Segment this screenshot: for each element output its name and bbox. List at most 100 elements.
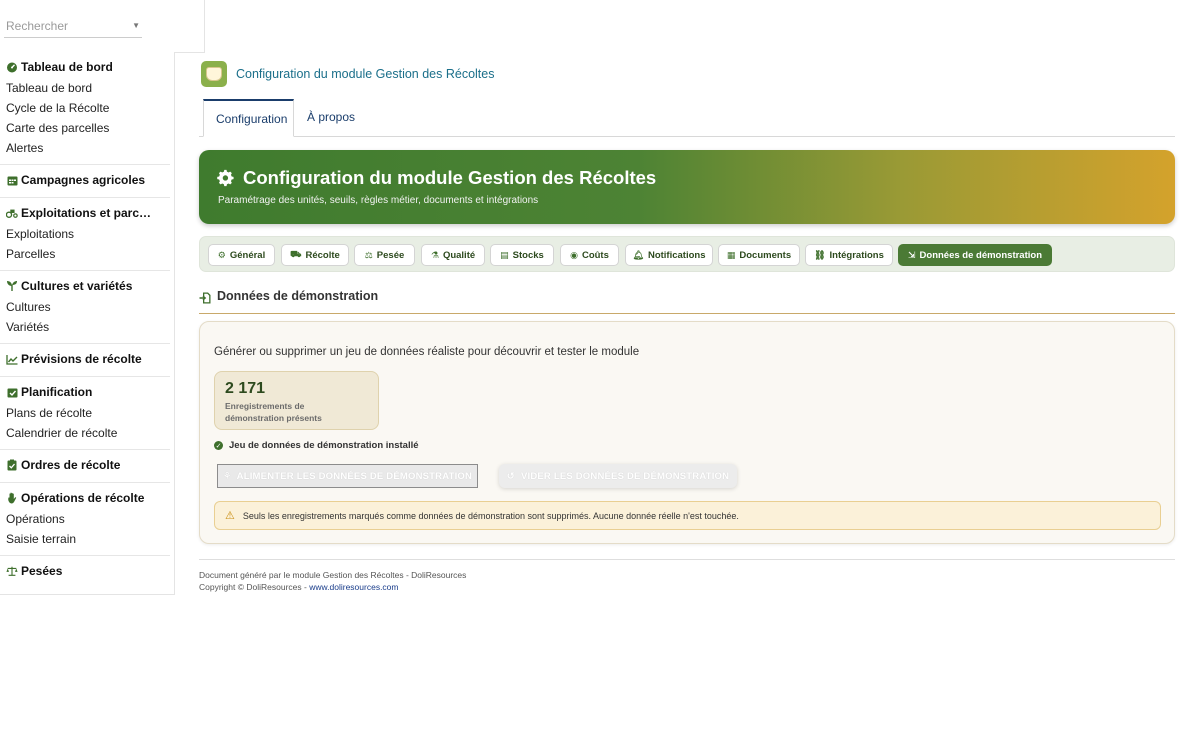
banner-subtitle: Paramétrage des unités, seuils, règles m… — [218, 195, 539, 206]
menu-head-label: Ordres de récolte — [21, 458, 121, 472]
subtab-pesee[interactable]: ⚖ Pesée — [354, 244, 415, 266]
subtab-label: Pesée — [376, 249, 405, 261]
calendar-check-icon — [6, 386, 18, 398]
settings-subtabs: ⚙ Général ⛟ Récolte ⚖ Pesée ⚗ Qualité ▤ Stock… — [199, 236, 1175, 272]
subtab-qualite[interactable]: ⚗ Qualité — [421, 244, 485, 266]
subtab-label: Documents — [739, 249, 792, 261]
warehouse-icon: ▤ — [500, 249, 509, 260]
subtab-label: Stocks — [512, 249, 544, 261]
sidebar-menu: Tableau de bord Tableau de bord Cycle de… — [0, 52, 170, 588]
clear-demo-data-button[interactable]: ↺ VIDER LES DONNÉES DE DÉMONSTRATION — [499, 464, 737, 488]
menu-head-previsions[interactable]: Prévisions de récolte — [0, 348, 170, 370]
sidebar-item-saisie-terrain[interactable]: Saisie terrain — [0, 529, 170, 549]
warning-triangle-icon: ⚠ — [225, 510, 235, 522]
menu-head-pesees[interactable]: Pesées — [0, 560, 170, 582]
search-corner-divider — [174, 0, 205, 53]
menu-block-planification: Planification Plans de récolte Calendrie… — [0, 377, 170, 450]
menu-head-label: Opérations de récolte — [21, 491, 145, 505]
chart-line-icon — [6, 353, 18, 365]
menu-block-previsions: Prévisions de récolte — [0, 344, 170, 377]
clear-demo-data-label: VIDER LES DONNÉES DE DÉMONSTRATION — [520, 470, 730, 482]
seedling-icon: ⚘ — [222, 470, 232, 482]
scale-icon: ⚖ — [364, 249, 373, 260]
subtab-stocks[interactable]: ▤ Stocks — [490, 244, 554, 266]
menu-head-label: Exploitations et parc… — [21, 206, 152, 220]
search-select[interactable]: Rechercher ▼ — [4, 14, 142, 38]
sidebar-item-varietes[interactable]: Variétés — [0, 317, 170, 337]
warning-notice: ⚠ Seuls les enregistrements marqués comm… — [214, 501, 1161, 530]
menu-block-dashboard: Tableau de bord Tableau de bord Cycle de… — [0, 52, 170, 165]
footer-copyright-line: Copyright © DoliResources - www.dolireso… — [199, 581, 1175, 593]
feed-demo-data-button[interactable]: ⚘ ALIMENTER LES DONNÉES DE DÉMONSTRATION — [217, 464, 478, 488]
menu-block-cultures: Cultures et variétés Cultures Variétés — [0, 271, 170, 344]
subtab-couts[interactable]: ◉ Coûts — [560, 244, 619, 266]
footer-copyright: Copyright © DoliResources - — [199, 582, 310, 592]
subtab-recolte[interactable]: ⛟ Récolte — [281, 244, 349, 266]
subtab-general[interactable]: ⚙ Général — [208, 244, 275, 266]
menu-head-dashboard[interactable]: Tableau de bord — [0, 56, 170, 78]
menu-head-label: Campagnes agricoles — [21, 173, 146, 187]
hand-icon — [6, 492, 18, 504]
clipboard-check-icon — [6, 459, 18, 471]
feed-demo-data-label: ALIMENTER LES DONNÉES DE DÉMONSTRATION — [236, 470, 473, 482]
sidebar-item-tableau-de-bord[interactable]: Tableau de bord — [0, 78, 170, 98]
check-circle-icon: ✓ — [214, 441, 223, 450]
subtab-label: Données de démonstration — [919, 249, 1042, 261]
tab-a-propos[interactable]: À propos — [295, 99, 367, 137]
footer-generated-by: Document généré par le module Gestion de… — [199, 570, 467, 580]
footer-website-link[interactable]: www.doliresources.com — [309, 582, 398, 592]
subtab-documents[interactable]: ▦ Documents — [718, 244, 800, 266]
flask-icon: ⚗ — [430, 249, 439, 260]
sidebar-item-plans-recolte[interactable]: Plans de récolte — [0, 403, 170, 423]
sidebar-item-exploitations[interactable]: Exploitations — [0, 224, 170, 244]
sidebar-item-alertes[interactable]: Alertes — [0, 138, 170, 158]
menu-block-ordres: Ordres de récolte — [0, 450, 170, 483]
seedling-icon — [6, 280, 18, 292]
subtab-label: Coûts — [581, 249, 609, 261]
network-icon: ⛓ — [814, 249, 826, 260]
file-import-icon: ⇲ — [907, 249, 916, 260]
menu-block-campagnes: Campagnes agricoles — [0, 165, 170, 198]
sidebar-item-parcelles[interactable]: Parcelles — [0, 244, 170, 264]
tab-bar: Configuration À propos — [199, 99, 1175, 137]
menu-block-exploitations: Exploitations et parc… Exploitations Par… — [0, 198, 170, 271]
section-title: Données de démonstration — [199, 289, 1175, 314]
module-logo-icon — [201, 61, 227, 87]
banner-title: Configuration du module Gestion des Réco… — [243, 167, 657, 188]
calendar-icon — [6, 174, 18, 186]
sidebar-item-cultures[interactable]: Cultures — [0, 297, 170, 317]
subtab-label: Qualité — [442, 249, 476, 261]
sidebar-item-calendrier-recolte[interactable]: Calendrier de récolte — [0, 423, 170, 443]
subtab-label: Notifications — [647, 249, 706, 261]
gear-icon — [217, 169, 234, 187]
menu-head-operations[interactable]: Opérations de récolte — [0, 487, 170, 509]
menu-head-ordres[interactable]: Ordres de récolte — [0, 454, 170, 476]
sidebar-item-cycle-recolte[interactable]: Cycle de la Récolte — [0, 98, 170, 118]
menu-head-planification[interactable]: Planification — [0, 381, 170, 403]
menu-head-exploitations[interactable]: Exploitations et parc… — [0, 202, 170, 224]
menu-block-operations: Opérations de récolte Opérations Saisie … — [0, 483, 170, 556]
demo-record-count-label: Enregistrements de démonstration présent… — [225, 401, 322, 423]
tractor-icon: ⛟ — [290, 249, 302, 259]
demo-record-count: 2 171 — [225, 380, 266, 397]
subtab-integrations[interactable]: ⛓ Intégrations — [805, 244, 893, 266]
sidebar-item-operations[interactable]: Opérations — [0, 509, 170, 529]
menu-block-pesees: Pesées — [0, 556, 170, 588]
warning-text: Seuls les enregistrements marqués comme … — [242, 510, 739, 521]
sidebar-item-carte-parcelles[interactable]: Carte des parcelles — [0, 118, 170, 138]
menu-head-campagnes[interactable]: Campagnes agricoles — [0, 169, 170, 191]
page-title: Configuration du module Gestion des Réco… — [236, 67, 495, 81]
subtab-label: Intégrations — [829, 249, 884, 261]
installed-status-label: Jeu de données de démonstration installé — [229, 440, 419, 451]
documents-icon: ▦ — [726, 249, 736, 260]
demo-data-card: Générer ou supprimer un jeu de données r… — [199, 321, 1175, 544]
search-placeholder: Rechercher — [6, 18, 69, 33]
sidebar: Rechercher ▼ Tableau de bord Tableau de … — [0, 0, 175, 595]
tab-configuration[interactable]: Configuration — [203, 99, 294, 137]
subtab-notifications[interactable]: 🔔︎ Notifications — [625, 244, 713, 266]
installed-status: ✓ Jeu de données de démonstration instal… — [214, 440, 419, 451]
subtab-donnees-demonstration[interactable]: ⇲ Données de démonstration — [898, 244, 1052, 266]
subtab-label: Récolte — [305, 249, 340, 261]
gear-icon: ⚙ — [217, 249, 226, 260]
menu-head-cultures[interactable]: Cultures et variétés — [0, 275, 170, 297]
